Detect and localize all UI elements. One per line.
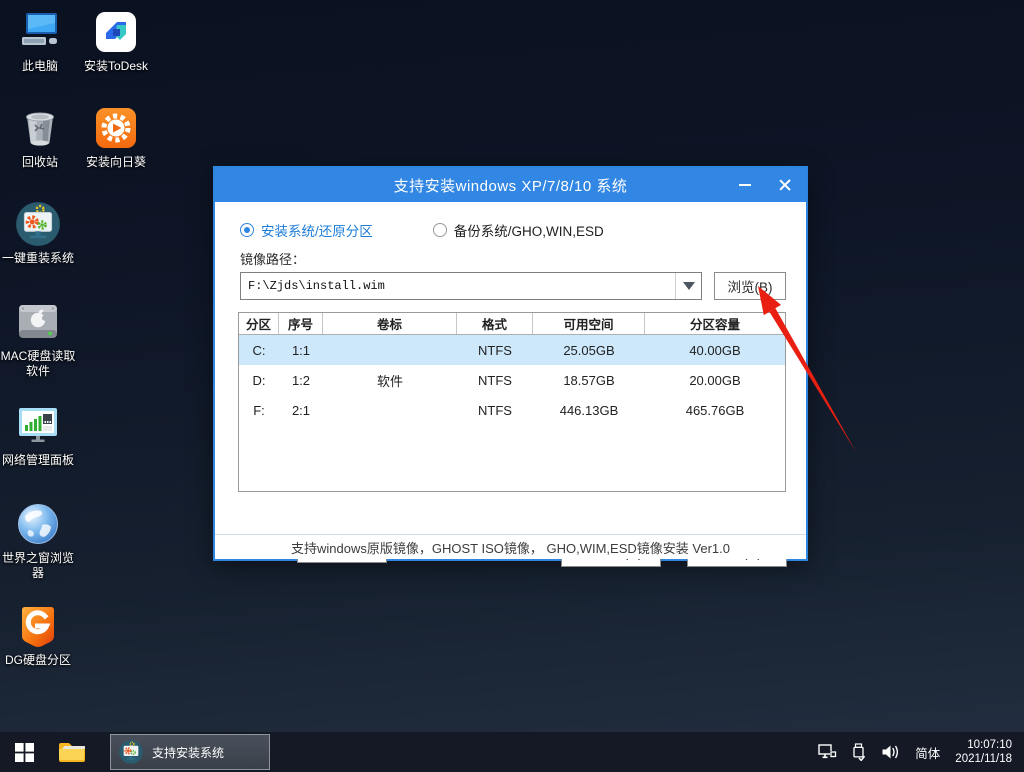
clock-date: 2021/11/18 bbox=[955, 752, 1012, 766]
installer-dialog: 支持安装windows XP/7/8/10 系统 安装系统/还原分区 备份系统/… bbox=[213, 166, 808, 561]
network-panel-icon bbox=[14, 402, 62, 450]
column-header[interactable]: 可用空间 bbox=[533, 313, 645, 334]
radio-backup-system[interactable]: 备份系统/GHO,WIN,ESD bbox=[433, 220, 604, 240]
start-button[interactable] bbox=[0, 732, 48, 772]
radio-install-system[interactable]: 安装系统/还原分区 bbox=[240, 220, 373, 240]
cell-index: 1:1 bbox=[279, 335, 323, 365]
chevron-down-icon bbox=[683, 282, 695, 290]
dialog-title: 支持安装windows XP/7/8/10 系统 bbox=[394, 175, 628, 196]
combobox-dropdown-button[interactable] bbox=[675, 273, 701, 299]
cell-capacity: 465.76GB bbox=[645, 395, 785, 425]
radio-selected-icon bbox=[240, 223, 254, 237]
dialog-titlebar[interactable]: 支持安装windows XP/7/8/10 系统 bbox=[215, 168, 806, 202]
cell-volume: 软件 bbox=[323, 365, 457, 395]
desktop-icon-label: 网络管理面板 bbox=[2, 453, 74, 468]
installer-app-icon bbox=[118, 739, 144, 765]
desktop-icon-recycle-bin[interactable]: 回收站 bbox=[2, 104, 78, 170]
desktop-icon-label: DG硬盘分区 bbox=[5, 653, 71, 668]
diskgenius-icon bbox=[14, 602, 62, 650]
minimize-button[interactable] bbox=[732, 172, 758, 198]
desktop-icon-sunlogin[interactable]: 安装向日葵 bbox=[78, 104, 154, 170]
desktop-icon-label: 世界之窗浏览器 bbox=[0, 551, 76, 581]
taskbar-item-label: 支持安装系统 bbox=[152, 744, 224, 761]
cell-format: NTFS bbox=[457, 365, 533, 395]
windows-logo-icon bbox=[15, 743, 34, 762]
desktop-icon-label: 此电脑 bbox=[22, 59, 58, 74]
close-icon bbox=[779, 179, 791, 191]
clock-time: 10:07:10 bbox=[955, 738, 1012, 752]
cell-volume bbox=[323, 395, 457, 425]
sunlogin-icon bbox=[92, 104, 140, 152]
cell-index: 1:2 bbox=[279, 365, 323, 395]
minimize-icon bbox=[739, 184, 751, 186]
desktop-icon-network-panel[interactable]: 网络管理面板 bbox=[0, 402, 76, 468]
image-path-value: F:\Zjds\install.wim bbox=[241, 279, 675, 293]
desktop-icon-mac-disk[interactable]: MAC硬盘读取软件 bbox=[0, 298, 76, 379]
reinstall-system-icon bbox=[14, 200, 62, 248]
radio-unselected-icon bbox=[433, 223, 447, 237]
world-browser-icon bbox=[14, 500, 62, 548]
system-tray: 简体 10:07:10 2021/11/18 bbox=[818, 738, 1024, 766]
this-pc-icon bbox=[16, 8, 64, 56]
desktop-icon-reinstall-system[interactable]: 一键重装系统 bbox=[0, 200, 76, 266]
cell-volume bbox=[323, 335, 457, 365]
desktop-icon-label: 安装ToDesk bbox=[84, 59, 148, 74]
dialog-body: 安装系统/还原分区 备份系统/GHO,WIN,ESD 镜像路径： F:\Zjds… bbox=[215, 202, 806, 559]
column-header[interactable]: 卷标 bbox=[323, 313, 457, 334]
dialog-status-bar: 支持windows原版镜像，GHOST ISO镜像， GHO,WIM,ESD镜像… bbox=[215, 534, 806, 559]
table-row-c[interactable]: C: 1:1 NTFS 25.05GB 40.00GB bbox=[239, 335, 785, 365]
recycle-bin-icon bbox=[16, 104, 64, 152]
image-path-label: 镜像路径： bbox=[240, 249, 305, 268]
browse-button[interactable]: 浏览(B) bbox=[714, 272, 786, 300]
desktop-icon-this-pc[interactable]: 此电脑 bbox=[2, 8, 78, 74]
file-explorer-button[interactable] bbox=[48, 732, 94, 772]
volume-icon[interactable] bbox=[881, 744, 900, 760]
column-header[interactable]: 序号 bbox=[279, 313, 323, 334]
mac-disk-icon bbox=[14, 298, 62, 346]
desktop-icon-todesk[interactable]: 安装ToDesk bbox=[78, 8, 154, 74]
desktop-icon-label: 回收站 bbox=[22, 155, 58, 170]
cell-format: NTFS bbox=[457, 335, 533, 365]
usb-icon[interactable] bbox=[852, 743, 866, 761]
desktop-icon-world-browser[interactable]: 世界之窗浏览器 bbox=[0, 500, 76, 581]
close-window-button[interactable] bbox=[772, 172, 798, 198]
cell-partition: F: bbox=[239, 395, 279, 425]
cell-partition: C: bbox=[239, 335, 279, 365]
desktop: 此电脑 安装ToDesk 回收站 bbox=[0, 0, 1024, 772]
table-row-f[interactable]: F: 2:1 NTFS 446.13GB 465.76GB bbox=[239, 395, 785, 425]
cell-free-space: 25.05GB bbox=[533, 335, 645, 365]
column-header[interactable]: 分区 bbox=[239, 313, 279, 334]
table-header-row: 分区 序号 卷标 格式 可用空间 分区容量 bbox=[239, 313, 785, 335]
desktop-icon-diskgenius[interactable]: DG硬盘分区 bbox=[0, 602, 76, 668]
cell-free-space: 18.57GB bbox=[533, 365, 645, 395]
column-header[interactable]: 格式 bbox=[457, 313, 533, 334]
todesk-icon bbox=[92, 8, 140, 56]
column-header[interactable]: 分区容量 bbox=[645, 313, 785, 334]
cell-capacity: 40.00GB bbox=[645, 335, 785, 365]
folder-icon bbox=[58, 741, 85, 764]
table-row-d[interactable]: D: 1:2 软件 NTFS 18.57GB 20.00GB bbox=[239, 365, 785, 395]
cell-free-space: 446.13GB bbox=[533, 395, 645, 425]
network-icon[interactable] bbox=[818, 744, 837, 760]
radio-label: 安装系统/还原分区 bbox=[261, 220, 373, 240]
partition-table: 分区 序号 卷标 格式 可用空间 分区容量 C: 1:1 NTFS 25.05G… bbox=[238, 312, 786, 492]
desktop-icon-label: 一键重装系统 bbox=[2, 251, 74, 266]
image-path-combobox[interactable]: F:\Zjds\install.wim bbox=[240, 272, 702, 300]
taskbar: 支持安装系统 bbox=[0, 732, 1024, 772]
desktop-icon-label: MAC硬盘读取软件 bbox=[0, 349, 76, 379]
desktop-icon-label: 安装向日葵 bbox=[86, 155, 146, 170]
input-method-indicator[interactable]: 简体 bbox=[915, 743, 940, 762]
cell-format: NTFS bbox=[457, 395, 533, 425]
taskbar-item-installer[interactable]: 支持安装系统 bbox=[110, 734, 270, 770]
cell-index: 2:1 bbox=[279, 395, 323, 425]
radio-label: 备份系统/GHO,WIN,ESD bbox=[454, 220, 604, 240]
taskbar-clock[interactable]: 10:07:10 2021/11/18 bbox=[955, 738, 1012, 766]
cell-partition: D: bbox=[239, 365, 279, 395]
cell-capacity: 20.00GB bbox=[645, 365, 785, 395]
